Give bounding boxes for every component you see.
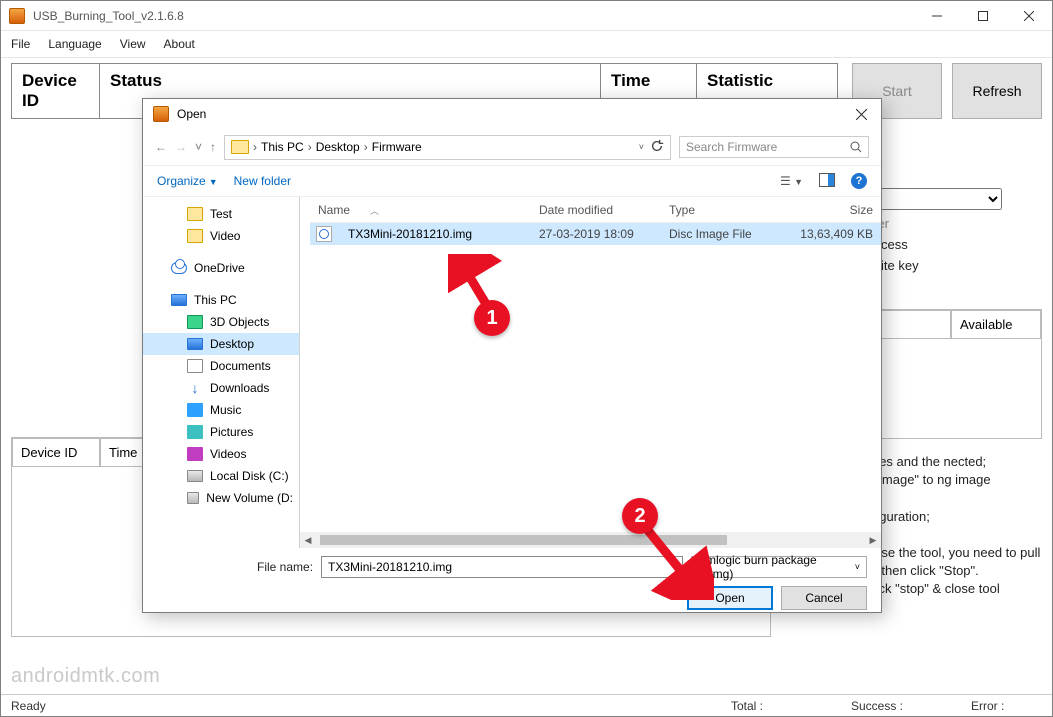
folder-icon	[187, 229, 203, 243]
chevron-down-icon: ˅	[855, 562, 860, 572]
horizontal-scrollbar[interactable]: ◀ ▶	[300, 532, 881, 548]
nav-tree[interactable]: TestVideo OneDrive This PC3D ObjectsDeskto…	[143, 197, 299, 548]
status-total: Total :	[721, 699, 841, 713]
disc-image-icon	[316, 226, 332, 242]
search-input[interactable]: Search Firmware	[679, 136, 869, 158]
nav-recent-icon[interactable]: ˅	[195, 140, 202, 154]
menu-about[interactable]: About	[164, 37, 195, 51]
menu-file[interactable]: File	[11, 37, 30, 51]
filename-label: File name:	[257, 560, 313, 574]
status-ready: Ready	[1, 699, 721, 713]
dialog-icon	[153, 106, 169, 122]
filename-input[interactable]	[321, 556, 683, 578]
column-header[interactable]: Name︿ Date modified Type Size	[310, 197, 881, 223]
help-icon[interactable]: ?	[851, 173, 867, 189]
disk-icon	[187, 470, 203, 482]
breadcrumb[interactable]: › This PC › Desktop › Firmware ˅	[224, 135, 671, 160]
refresh-button[interactable]: Refresh	[952, 63, 1042, 119]
dialog-title: Open	[177, 107, 206, 121]
status-error: Error :	[961, 699, 1052, 713]
app-icon	[9, 8, 25, 24]
close-button[interactable]	[1006, 1, 1052, 31]
nav-item-desktop[interactable]: Desktop	[143, 333, 299, 355]
nav-item-local-disk-c-[interactable]: Local Disk (C:)	[143, 465, 299, 487]
col-date[interactable]: Date modified	[531, 203, 661, 217]
nav-item-downloads[interactable]: ↓Downloads	[143, 377, 299, 399]
folder-icon	[187, 207, 203, 221]
music-icon	[187, 403, 203, 417]
organize-button[interactable]: Organize▼	[157, 174, 218, 188]
nav-forward-icon: →	[175, 140, 187, 154]
watermark: androidmtk.com	[11, 665, 160, 688]
col-type[interactable]: Type	[661, 203, 781, 217]
nav-item-this-pc[interactable]: This PC	[143, 289, 299, 311]
doc-icon	[187, 359, 203, 373]
nav-back-icon[interactable]: ←	[155, 140, 167, 154]
annotation-marker-1: 1	[474, 300, 510, 336]
down-icon: ↓	[187, 381, 203, 395]
col-device-id: Device ID	[12, 64, 100, 118]
3d-icon	[187, 315, 203, 329]
menubar: File Language View About	[1, 31, 1052, 58]
folder-icon	[231, 140, 249, 154]
nav-item-pictures[interactable]: Pictures	[143, 421, 299, 443]
nav-item-3d-objects[interactable]: 3D Objects	[143, 311, 299, 333]
bc-desktop[interactable]: Desktop	[316, 140, 360, 154]
search-placeholder: Search Firmware	[686, 140, 777, 154]
key-col-available: Available	[951, 310, 1041, 339]
pic-icon	[187, 425, 203, 439]
bc-thispc[interactable]: This PC	[261, 140, 304, 154]
breadcrumb-drop-icon[interactable]: ˅	[639, 142, 644, 152]
cancel-button[interactable]: Cancel	[781, 586, 867, 610]
sort-asc-icon: ︿	[370, 206, 379, 216]
cloud-icon	[171, 262, 187, 274]
refresh-icon[interactable]	[650, 139, 664, 156]
filetype-filter[interactable]: Amlogic burn package (*.img) ˅	[691, 556, 867, 578]
maximize-button[interactable]	[960, 1, 1006, 31]
dialog-close-button[interactable]	[841, 99, 881, 129]
nav-item-new-volume-d-[interactable]: New Volume (D:	[143, 487, 299, 509]
view-mode-icon[interactable]: ☰ ▼	[780, 174, 803, 188]
statusbar: Ready Total : Success : Error :	[1, 694, 1052, 716]
col-size[interactable]: Size	[781, 203, 881, 217]
file-list[interactable]: Name︿ Date modified Type Size TX3Mini-20…	[300, 197, 881, 548]
disk-icon	[187, 492, 199, 504]
nav-item-documents[interactable]: Documents	[143, 355, 299, 377]
dialog-nav: ← → ˅ ↑ › This PC › Desktop › Firmware ˅…	[143, 129, 881, 165]
titlebar: USB_Burning_Tool_v2.1.6.8	[1, 1, 1052, 31]
col-name: Name︿	[310, 203, 531, 217]
nav-item-video[interactable]: Video	[143, 225, 299, 247]
file-row[interactable]: TX3Mini-20181210.img27-03-2019 18:09Disc…	[310, 223, 881, 245]
dialog-toolbar: Organize▼ New folder ☰ ▼ ?	[143, 165, 881, 197]
annotation-marker-2: 2	[622, 498, 658, 534]
menu-view[interactable]: View	[120, 37, 146, 51]
dialog-titlebar: Open	[143, 99, 881, 129]
minimize-button[interactable]	[914, 1, 960, 31]
log-col-device: Device ID	[12, 438, 100, 467]
monitor-icon	[187, 338, 203, 350]
nav-item-onedrive[interactable]: OneDrive	[143, 257, 299, 279]
new-folder-button[interactable]: New folder	[234, 174, 291, 188]
nav-item-test[interactable]: Test	[143, 203, 299, 225]
status-success: Success :	[841, 699, 961, 713]
monitor-icon	[171, 294, 187, 306]
video-icon	[187, 447, 203, 461]
nav-item-videos[interactable]: Videos	[143, 443, 299, 465]
window-title: USB_Burning_Tool_v2.1.6.8	[33, 9, 184, 23]
menu-language[interactable]: Language	[48, 37, 101, 51]
search-icon	[850, 141, 862, 153]
open-file-dialog: Open ← → ˅ ↑ › This PC › Desktop › Firmw…	[142, 98, 882, 613]
nav-item-music[interactable]: Music	[143, 399, 299, 421]
scroll-left-icon[interactable]: ◀	[300, 535, 316, 546]
scroll-right-icon[interactable]: ▶	[865, 535, 881, 546]
preview-pane-icon[interactable]	[819, 173, 835, 190]
nav-up-icon[interactable]: ↑	[210, 140, 216, 154]
bc-firmware[interactable]: Firmware	[372, 140, 422, 154]
